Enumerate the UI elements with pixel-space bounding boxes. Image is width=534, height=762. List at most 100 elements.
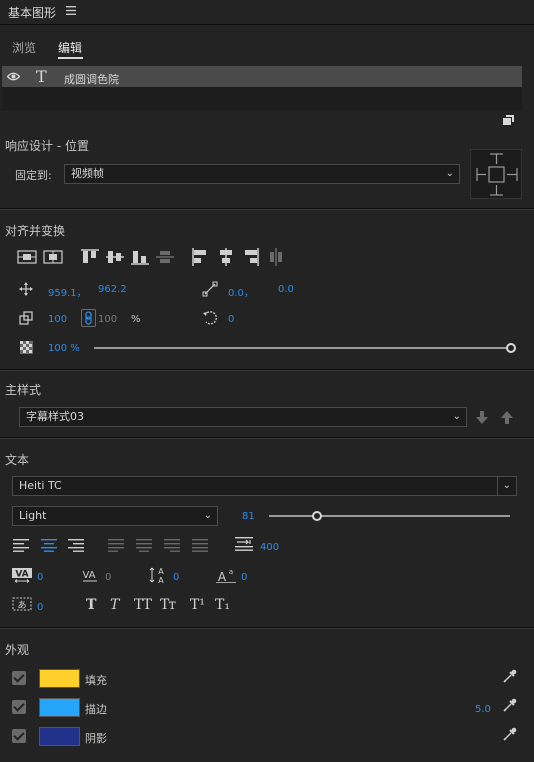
stroke-color-swatch[interactable]	[39, 698, 80, 717]
font-family-value: Heiti TC	[19, 479, 62, 492]
new-layer-icon[interactable]	[503, 115, 514, 125]
align-section-title: 对齐并变换	[5, 224, 66, 238]
rotation-icon	[202, 310, 218, 326]
chevron-down-icon: ⌄	[502, 480, 511, 491]
stroke-width-value[interactable]: 5.0	[475, 704, 491, 715]
push-style-up-icon	[501, 411, 513, 424]
justify-right-icon	[164, 539, 180, 552]
svg-text:A: A	[158, 567, 164, 576]
faux-italic-button[interactable]: T	[110, 597, 119, 613]
tab-browse[interactable]: 浏览	[12, 39, 36, 56]
fill-checkbox[interactable]	[12, 671, 26, 685]
tsume-icon: あ	[12, 597, 32, 613]
superscript-button[interactable]: T¹	[190, 597, 205, 613]
stroke-eyedropper-icon[interactable]	[503, 698, 517, 712]
faux-bold-button[interactable]: T	[86, 597, 96, 613]
leading-icon: AA	[148, 566, 168, 584]
subscript-button[interactable]: T₁	[215, 597, 230, 613]
align-bottom-icon[interactable]	[131, 249, 149, 265]
small-caps-button[interactable]: Tт	[160, 597, 176, 613]
responsive-section-title: 响应设计 - 位置	[5, 139, 89, 153]
pin-to-dropdown[interactable]: 视频帧 ⌄	[64, 164, 460, 184]
svg-text:VA: VA	[82, 570, 95, 581]
hamburger-icon[interactable]	[66, 6, 76, 15]
kerning-value[interactable]: 0	[37, 572, 43, 583]
font-family-divider	[497, 477, 498, 495]
anchor-y-value[interactable]: 0.0	[278, 284, 294, 295]
tsume-value[interactable]: 0	[37, 602, 43, 613]
eye-icon[interactable]	[7, 72, 20, 81]
align-text-left-icon[interactable]	[13, 539, 29, 552]
chevron-down-icon: ⌄	[452, 411, 461, 422]
panel-title: 基本图形	[8, 6, 57, 20]
fill-eyedropper-icon[interactable]	[503, 669, 517, 683]
position-x-value[interactable]: 959.1，	[48, 284, 87, 299]
scale-width-value[interactable]: 100	[48, 314, 67, 325]
pin-label: 固定到:	[15, 169, 52, 182]
align-right-icon[interactable]	[243, 248, 259, 266]
stroke-label: 描边	[85, 703, 107, 716]
leading-value[interactable]: 0	[173, 572, 179, 583]
pin-to-value: 视频帧	[71, 167, 104, 180]
align-center-icon[interactable]	[218, 248, 234, 266]
svg-text:あ: あ	[17, 600, 26, 611]
chevron-down-icon: ⌄	[203, 510, 212, 521]
svg-text:A: A	[218, 570, 227, 584]
opacity-slider-knob[interactable]	[506, 343, 516, 353]
opacity-value[interactable]: 100 %	[48, 343, 80, 354]
distribute-horizontal-icon	[268, 248, 284, 266]
stroke-checkbox[interactable]	[12, 700, 26, 714]
tab-active-indicator	[58, 57, 83, 59]
align-horizontal-center-icon[interactable]	[43, 250, 63, 264]
align-left-icon[interactable]	[192, 248, 208, 266]
all-caps-button[interactable]: TT	[134, 597, 152, 613]
font-style-dropdown[interactable]: Light ⌄	[12, 506, 218, 526]
master-style-section-title: 主样式	[5, 383, 42, 397]
align-top-icon[interactable]	[81, 249, 99, 265]
position-y-value[interactable]: 962.2	[98, 284, 127, 295]
fill-color-swatch[interactable]	[39, 669, 80, 688]
baseline-shift-value[interactable]: 0	[241, 572, 247, 583]
align-middle-icon[interactable]	[106, 249, 124, 265]
shadow-color-swatch[interactable]	[39, 727, 80, 746]
tracking-value: 0	[105, 572, 112, 583]
opacity-slider-track[interactable]	[94, 347, 509, 349]
tracking-icon: VA	[80, 568, 100, 584]
shadow-checkbox[interactable]	[12, 729, 26, 743]
anchor-point-icon	[202, 281, 218, 297]
opacity-icon	[20, 341, 33, 354]
master-style-dropdown[interactable]: 字幕样式03 ⌄	[19, 407, 467, 427]
align-text-right-icon[interactable]	[68, 539, 84, 552]
position-icon	[19, 282, 33, 296]
font-size-slider-track[interactable]	[269, 515, 510, 517]
font-family-dropdown[interactable]: Heiti TC ⌄	[12, 476, 517, 496]
font-style-value: Light	[19, 509, 47, 522]
align-vertical-center-icon[interactable]	[17, 250, 37, 264]
distribute-vertical-icon	[156, 249, 174, 265]
justify-left-icon	[108, 539, 124, 552]
scale-icon	[19, 311, 33, 325]
tab-edit[interactable]: 编辑	[58, 39, 82, 56]
link-icon	[85, 311, 92, 325]
anchor-x-value[interactable]: 0.0，	[228, 284, 254, 299]
justify-center-icon	[136, 539, 152, 552]
align-text-center-icon[interactable]	[41, 539, 57, 552]
text-icon: T	[36, 67, 47, 86]
fill-label: 填充	[85, 674, 107, 687]
rotation-value[interactable]: 0	[228, 314, 234, 325]
font-size-slider-knob[interactable]	[312, 511, 322, 521]
justify-all-icon	[192, 539, 208, 552]
link-scale-toggle[interactable]	[81, 309, 96, 327]
tab-width-value[interactable]: 400	[260, 542, 279, 553]
svg-text:VA: VA	[15, 570, 28, 580]
scale-unit: %	[131, 314, 141, 325]
shadow-label: 阴影	[85, 732, 107, 745]
pin-widget[interactable]	[470, 149, 522, 199]
baseline-shift-icon: Aa	[216, 566, 236, 584]
shadow-eyedropper-icon[interactable]	[503, 727, 517, 741]
appearance-section-title: 外观	[5, 643, 30, 657]
chevron-down-icon: ⌄	[445, 168, 454, 179]
layer-label: 成圆调色院	[64, 73, 119, 86]
tab-width-icon	[235, 537, 253, 551]
font-size-value[interactable]: 81	[242, 511, 255, 522]
